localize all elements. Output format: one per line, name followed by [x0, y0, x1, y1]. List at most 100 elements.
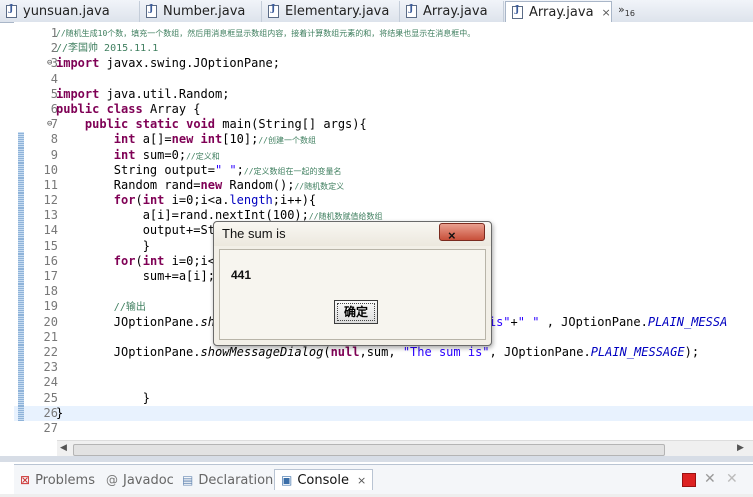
change-marker	[18, 208, 24, 224]
editor-tab-bar: yunsuan.java Number.java Elementary.java…	[0, 0, 753, 23]
tab-label: Declaration	[198, 472, 274, 488]
line-number: 9	[50, 147, 58, 162]
remove-all-icon[interactable]: ✕	[726, 472, 738, 486]
tab-label: Console	[297, 472, 349, 488]
more-tabs-chevron-icon: »	[618, 3, 625, 16]
tab-number-java[interactable]: Number.java	[140, 1, 262, 22]
change-marker	[18, 193, 24, 209]
code-line: 22 JOptionPane.showMessageDialog(null,su…	[14, 344, 753, 361]
change-marker	[18, 253, 24, 269]
code-line: 4	[14, 72, 753, 87]
tab-label: Array.java	[529, 5, 594, 20]
line-number: 3	[50, 56, 58, 71]
scrollbar-thumb[interactable]	[73, 444, 665, 456]
line-number: 26	[43, 405, 58, 420]
change-marker	[18, 390, 24, 406]
terminate-icon[interactable]	[682, 473, 696, 487]
line-number: 22	[43, 344, 58, 359]
fold-toggle-icon[interactable]: ⊖	[47, 117, 52, 132]
tab-console[interactable]: ▣ Console ×	[274, 469, 374, 490]
code-line: 12 for(int i=0;i<a.length;i++){	[14, 193, 753, 209]
tab-label: Number.java	[163, 4, 246, 19]
line-number: 6	[50, 101, 58, 116]
code-line: 7 ⊖ public static void main(String[] args…	[14, 117, 753, 132]
change-marker	[18, 177, 24, 194]
change-marker	[18, 375, 24, 391]
line-number: 12	[43, 193, 58, 208]
code-text: output+=Str	[142, 223, 223, 238]
code-line: 27	[14, 421, 753, 436]
change-marker	[18, 147, 24, 163]
change-marker	[18, 284, 24, 300]
code-line: 3 ⊖ import javax.swing.JOptionPane;	[14, 56, 753, 71]
tab-array-java-active[interactable]: Array.java ×	[505, 1, 612, 23]
code-text: public static void main(String[] args){	[84, 117, 367, 132]
message-dialog: The sum is × 441 确定	[213, 221, 492, 346]
java-file-icon	[512, 5, 523, 19]
scroll-left-arrow-icon[interactable]: ◀	[60, 443, 67, 453]
code-line-current: 26}	[14, 405, 753, 421]
tab-problems[interactable]: ⊠ Problems	[20, 470, 95, 490]
console-icon: ▣	[281, 473, 293, 487]
tab-label: Problems	[35, 472, 95, 488]
fold-toggle-icon[interactable]: ⊖	[47, 56, 52, 71]
code-line: 8 int a[]=new int[10];//创建一个数组	[14, 132, 753, 148]
line-number: 24	[43, 375, 58, 390]
code-text: String output=" ";//定义数组在一起的变量名	[113, 162, 342, 177]
code-text: //输出	[113, 302, 146, 314]
dialog-body: 441 确定	[219, 249, 486, 340]
code-line: 2//李国帅 2015.11.1	[14, 41, 753, 56]
scroll-right-arrow-icon[interactable]: ▶	[737, 443, 744, 453]
line-number: 5	[50, 86, 58, 101]
java-file-icon	[406, 4, 417, 18]
tab-label: Javadoc	[123, 472, 174, 488]
close-tab-icon[interactable]: ×	[602, 6, 611, 19]
dialog-title: The sum is	[222, 226, 286, 241]
tab-label: Elementary.java	[285, 4, 390, 19]
declaration-icon: ▤	[182, 473, 194, 487]
code-text: //李国帅 2015.11.1	[56, 43, 159, 55]
dialog-titlebar[interactable]: The sum is ×	[214, 222, 491, 246]
tab-yunsuan-java[interactable]: yunsuan.java	[0, 1, 140, 22]
line-number: 16	[43, 253, 58, 268]
code-line: 5 import java.util.Random;	[14, 87, 753, 102]
remove-launch-icon[interactable]: ✕	[704, 472, 716, 486]
tab-elementary-java[interactable]: Elementary.java	[262, 1, 400, 22]
code-line: 6 public class Array {	[14, 102, 753, 117]
line-number: 14	[43, 223, 58, 238]
change-marker	[18, 405, 24, 421]
dialog-close-button[interactable]: ×	[439, 223, 485, 243]
tab-declaration[interactable]: ▤ Declaration	[182, 470, 273, 490]
code-line: 23	[14, 360, 753, 376]
panel-separator[interactable]	[0, 456, 753, 462]
line-number: 17	[43, 269, 58, 283]
java-file-icon	[268, 4, 279, 18]
change-marker	[18, 238, 24, 254]
javadoc-icon: @	[106, 473, 118, 487]
close-console-icon[interactable]: ×	[357, 474, 366, 487]
line-number: 10	[43, 162, 58, 177]
line-number: 4	[50, 71, 58, 86]
code-text: sum+=a[i];	[142, 269, 215, 283]
horizontal-scrollbar[interactable]: ◀ ▶	[57, 440, 753, 457]
change-marker	[18, 223, 24, 239]
more-tabs-button[interactable]: »16	[618, 3, 635, 18]
line-number: 2	[50, 41, 58, 56]
line-number: 15	[43, 238, 58, 253]
code-line: 10 String output=" ";//定义数组在一起的变量名	[14, 162, 753, 178]
change-marker	[18, 360, 24, 376]
line-number: 1	[50, 26, 58, 40]
change-marker	[18, 162, 24, 178]
line-number: 25	[43, 390, 58, 405]
code-line: 9 int sum=0;//定义和	[14, 147, 753, 163]
change-marker	[18, 269, 24, 285]
tab-array-java[interactable]: Array.java	[400, 1, 504, 22]
line-number: 18	[43, 284, 58, 299]
code-text: import java.util.Random;	[56, 86, 230, 101]
line-number: 19	[43, 299, 58, 314]
line-number: 21	[43, 329, 58, 344]
line-number: 20	[43, 314, 58, 329]
tab-javadoc[interactable]: @ Javadoc	[106, 470, 174, 490]
more-tabs-count: 16	[624, 9, 635, 19]
ok-button[interactable]: 确定	[334, 300, 378, 324]
